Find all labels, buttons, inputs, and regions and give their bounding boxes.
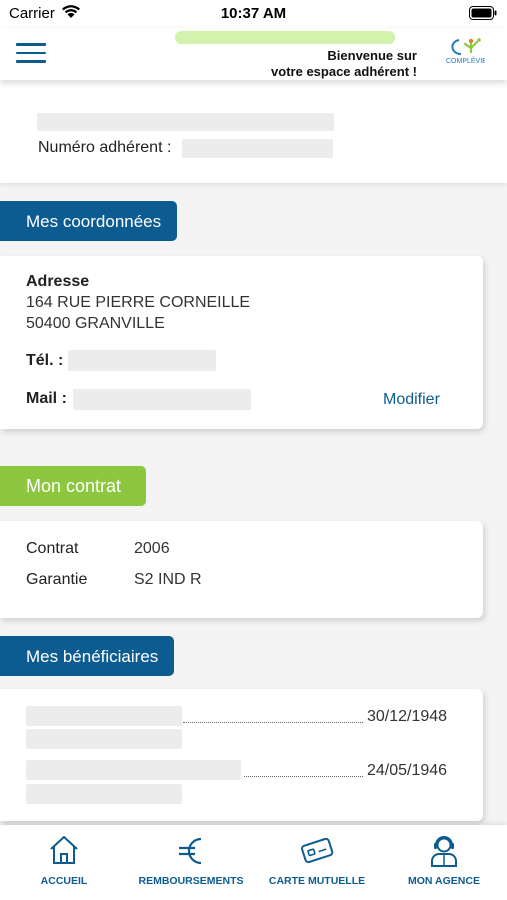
address-line-2: 50400 GRANVILLE [26,315,165,332]
home-icon [47,833,81,872]
beneficiary-birthdate: 30/12/1948 [367,708,448,725]
beneficiaires-card: 30/12/1948 24/05/1946 [0,689,483,821]
member-number-label: Numéro adhérent : [38,139,172,156]
section-title: Mon contrat [26,476,122,496]
leader-dots [244,776,363,777]
tab-accueil[interactable]: ACCUEIL [14,825,114,900]
coordonnees-card: Adresse 164 RUE PIERRE CORNEILLE 50400 G… [0,256,483,429]
member-name-redacted [37,113,334,131]
tab-label: MON AGENCE [408,875,480,887]
garantie-value: S2 IND R [134,571,202,588]
garantie-label: Garantie [26,571,88,588]
bottom-tab-bar: ACCUEIL REMBOURSEMENTS CARTE MUTUELLE MO… [0,825,507,900]
main-content[interactable]: Numéro adhérent : Mes coordonnées Adress… [0,80,507,825]
clock: 10:37 AM [220,5,287,22]
contrat-value: 2006 [134,540,170,557]
beneficiary-name-redacted [26,706,182,726]
card-icon [299,833,335,872]
app-header: Bienvenue sur votre espace adhérent ! CO… [0,28,507,80]
welcome-line-2: votre espace adhérent ! [271,64,417,79]
tab-mon-agence[interactable]: MON AGENCE [394,825,494,900]
edit-link[interactable]: Modifier [383,391,440,409]
section-tab-coordonnees: Mes coordonnées [0,201,177,241]
tab-label: ACCUEIL [40,875,88,887]
welcome-line-1: Bienvenue sur [327,48,417,63]
address-line-1: 164 RUE PIERRE CORNEILLE [26,294,251,311]
section-tab-beneficiaires: Mes bénéficiaires [0,636,174,676]
menu-icon[interactable] [16,43,46,63]
welcome-message: Bienvenue sur votre espace adhérent ! [271,48,417,80]
section-title: Mes bénéficiaires [26,647,159,666]
profile-card: Numéro adhérent : [0,80,507,183]
contrat-card: Contrat 2006 Garantie S2 IND R [0,521,483,618]
phone-label: Tél. : [26,352,64,369]
status-bar: Carrier 10:37 AM [0,0,507,28]
member-number-redacted [182,139,333,158]
complevie-logo: COMPLÉVIE [445,36,487,68]
beneficiary-birthdate: 24/05/1946 [367,762,448,779]
leader-dots [183,722,363,723]
mail-label: Mail : [26,390,67,407]
agent-icon [427,833,461,874]
tab-remboursements[interactable]: REMBOURSEMENTS [132,825,250,900]
section-tab-contrat: Mon contrat [0,466,146,506]
tab-carte-mutuelle[interactable]: CARTE MUTUELLE [262,825,372,900]
phone-value-redacted [68,350,216,371]
contrat-label: Contrat [26,540,79,557]
tab-label: CARTE MUTUELLE [268,875,366,887]
beneficiary-subtitle-redacted [26,784,182,804]
battery-icon [469,6,497,25]
tab-label: REMBOURSEMENTS [138,875,244,887]
address-label: Adresse [26,273,90,290]
euro-icon [174,833,208,874]
beneficiary-subtitle-redacted [26,729,182,749]
section-title: Mes coordonnées [26,212,162,231]
logo-text: COMPLÉVIE [446,56,485,65]
mail-value-redacted [73,389,251,410]
user-name-redacted [175,31,395,44]
beneficiary-name-redacted [26,760,241,780]
